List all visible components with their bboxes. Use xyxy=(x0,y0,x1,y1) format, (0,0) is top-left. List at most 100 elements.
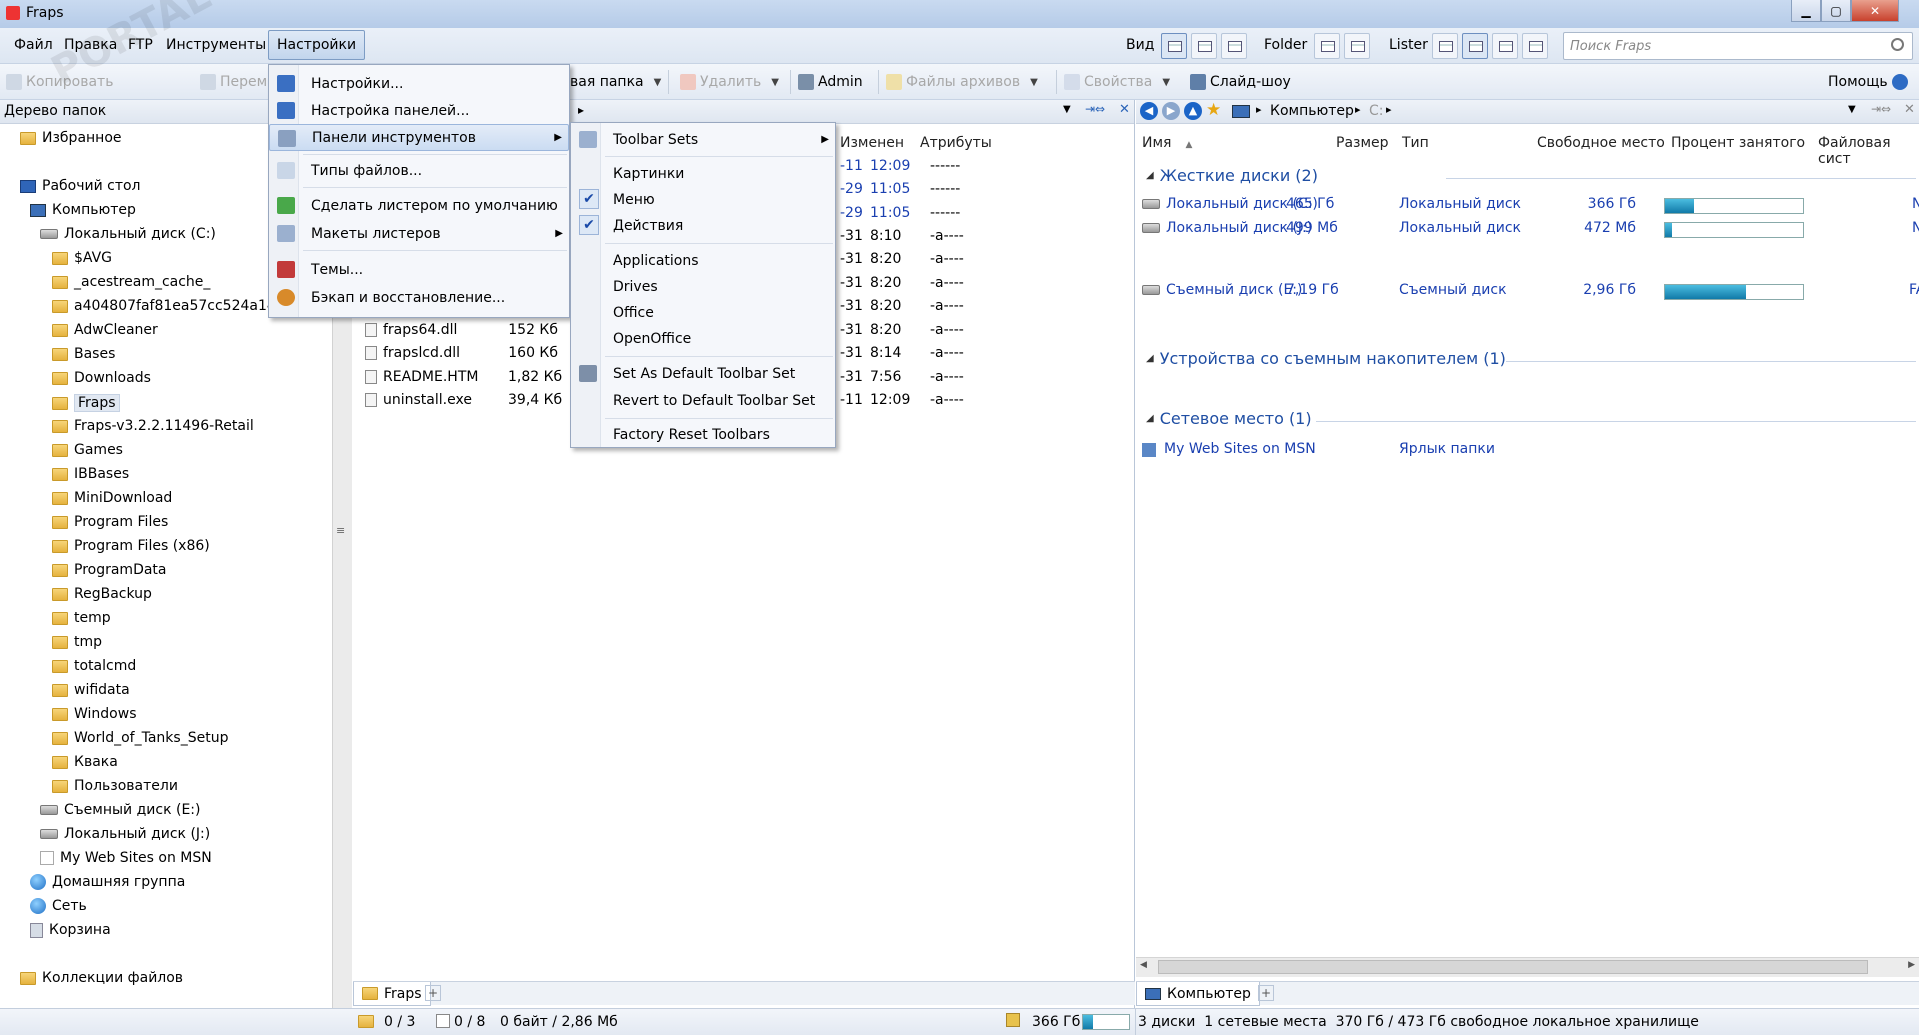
tree-folder[interactable]: Windows xyxy=(52,706,137,722)
search-icon[interactable] xyxy=(1891,38,1904,51)
menu-tools[interactable]: Инструменты xyxy=(166,37,266,53)
view-thumbs-button[interactable] xyxy=(1221,33,1247,59)
menu-item-toolbar-sets[interactable]: Toolbar Sets ▶ xyxy=(571,126,835,153)
close-button[interactable]: ✕ xyxy=(1851,0,1899,22)
msn-name[interactable]: My Web Sites on MSN xyxy=(1142,441,1316,457)
menu-item-openoffice[interactable]: OpenOffice xyxy=(571,325,835,352)
menu-item-themes[interactable]: Темы... xyxy=(269,256,569,283)
folder-option-1-button[interactable] xyxy=(1314,33,1340,59)
forward-icon[interactable]: ▶ xyxy=(1162,102,1180,120)
path-chevron-icon[interactable]: ▸ xyxy=(1256,103,1262,116)
path-chevron-icon[interactable]: ▸ xyxy=(1355,103,1361,116)
column-attributes[interactable]: Атрибуты xyxy=(920,135,992,151)
column-modified[interactable]: Изменен xyxy=(840,135,904,151)
menu-item-applications[interactable]: Applications xyxy=(571,247,835,274)
collapse-icon[interactable]: ◢ xyxy=(1146,170,1154,181)
tree-folder[interactable]: AdwCleaner xyxy=(52,322,158,338)
tree-computer[interactable]: Компьютер xyxy=(30,202,136,218)
menu-item-drives[interactable]: Drives xyxy=(571,273,835,300)
column-percent-used[interactable]: Процент занятого xyxy=(1671,135,1805,151)
chevron-down-icon[interactable]: ▼ xyxy=(1162,77,1170,88)
menu-item-default-lister[interactable]: Сделать листером по умолчанию xyxy=(269,192,569,219)
collapse-icon[interactable]: ◢ xyxy=(1146,413,1154,424)
menu-item-lister-layouts[interactable]: Макеты листеров ▶ xyxy=(269,220,569,247)
tree-folder[interactable]: $AVG xyxy=(52,250,112,266)
favorites-star-icon[interactable]: ★ xyxy=(1206,100,1221,120)
tree-folder[interactable]: Program Files xyxy=(52,514,168,530)
tree-folder[interactable]: _acestream_cache_ xyxy=(52,274,210,290)
path-computer[interactable]: Компьютер xyxy=(1270,103,1354,119)
tree-folder[interactable]: MiniDownload xyxy=(52,490,172,506)
move-button[interactable]: Перем xyxy=(200,74,267,90)
tree-collections[interactable]: Коллекции файлов xyxy=(20,970,183,986)
chevron-down-icon[interactable]: ▼ xyxy=(1030,77,1038,88)
tree-folder[interactable]: RegBackup xyxy=(52,586,152,602)
path-chevron-icon[interactable]: ▸ xyxy=(1386,103,1392,116)
pane-close-icon[interactable]: ✕ xyxy=(1119,102,1130,117)
add-tab-button[interactable]: + xyxy=(1258,985,1274,1001)
path-chevron-icon[interactable]: ▸ xyxy=(578,103,584,117)
help-button[interactable]: Помощь xyxy=(1828,74,1908,90)
tree-network[interactable]: Сеть xyxy=(30,898,87,914)
tree-drive-e[interactable]: Съемный диск (E:) xyxy=(40,802,200,818)
pane-close-icon[interactable]: ✕ xyxy=(1904,102,1915,117)
search-input[interactable]: Поиск Fraps xyxy=(1563,32,1913,60)
path-dropdown-icon[interactable]: ▼ xyxy=(1063,104,1071,115)
menu-item-file-types[interactable]: Типы файлов... xyxy=(269,157,569,184)
tree-folder[interactable]: Fraps-v3.2.2.11496-Retail xyxy=(52,418,254,434)
file-row[interactable]: frapslcd.dll xyxy=(365,345,460,361)
tree-folder[interactable]: World_of_Tanks_Setup xyxy=(52,730,228,746)
tab-computer[interactable]: Компьютер xyxy=(1136,982,1260,1006)
file-row[interactable]: uninstall.exe xyxy=(365,392,472,408)
menu-item-actions[interactable]: ✔ Действия xyxy=(571,212,835,239)
tree-folder[interactable]: Fraps xyxy=(52,394,120,412)
tree-folder[interactable]: Пользователи xyxy=(52,778,178,794)
scroll-right-icon[interactable]: ▶ xyxy=(1908,960,1915,970)
menu-item-revert[interactable]: Revert to Default Toolbar Set xyxy=(571,387,835,414)
delete-button[interactable]: Удалить ▼ xyxy=(680,74,779,90)
tree-drive-c[interactable]: Локальный диск (C:) xyxy=(40,226,216,242)
menu-item-set-default[interactable]: Set As Default Toolbar Set xyxy=(571,360,835,387)
archives-button[interactable]: Файлы архивов ▼ xyxy=(886,74,1038,90)
scroll-thumb[interactable] xyxy=(1158,960,1868,974)
maximize-button[interactable]: ▢ xyxy=(1821,0,1851,22)
group-network[interactable]: ◢ Сетевое место (1) xyxy=(1146,409,1312,428)
tab-fraps[interactable]: Fraps xyxy=(353,982,431,1006)
tree-drive-j[interactable]: Локальный диск (J:) xyxy=(40,826,210,842)
tree-folder[interactable]: tmp xyxy=(52,634,102,650)
menu-item-menu[interactable]: ✔ Меню xyxy=(571,186,835,213)
tree-folder[interactable]: Games xyxy=(52,442,123,458)
menu-item-factory-reset[interactable]: Factory Reset Toolbars xyxy=(571,421,835,448)
tree-folder[interactable]: Bases xyxy=(52,346,115,362)
tree-folder[interactable]: wifidata xyxy=(52,682,130,698)
menu-item-toolbars[interactable]: Панели инструментов ▶ xyxy=(269,124,569,151)
tree-folder[interactable]: Квака xyxy=(52,754,118,770)
properties-button[interactable]: Свойства ▼ xyxy=(1064,74,1170,90)
new-folder-button[interactable]: вая папка ▼ xyxy=(570,74,661,90)
view-list-button[interactable] xyxy=(1191,33,1217,59)
menu-item-pictures[interactable]: Картинки xyxy=(571,160,835,187)
drive-row[interactable]: Съемный диск (E:) xyxy=(1142,282,1302,298)
tree-favorites[interactable]: Избранное xyxy=(20,130,122,146)
group-hard-disks[interactable]: ◢ Жесткие диски (2) xyxy=(1146,166,1318,185)
file-row[interactable]: README.HTM xyxy=(365,369,478,385)
path-drive-c[interactable]: C: xyxy=(1369,103,1384,119)
file-row[interactable]: fraps64.dll xyxy=(365,322,457,338)
tree-folder[interactable]: a404807faf81ea57cc524a14c xyxy=(52,298,284,314)
column-size[interactable]: Размер xyxy=(1336,135,1389,151)
lister-viewer-button[interactable] xyxy=(1522,33,1548,59)
menu-item-office[interactable]: Office xyxy=(571,299,835,326)
column-filesystem[interactable]: Файловая сист xyxy=(1818,135,1919,167)
chevron-down-icon[interactable]: ▼ xyxy=(654,77,662,88)
pane-link-icon[interactable]: ⇥⇔ xyxy=(1085,102,1105,116)
tree-desktop[interactable]: Рабочий стол xyxy=(20,178,141,194)
add-tab-button[interactable]: + xyxy=(425,985,441,1001)
tree-folder[interactable]: ProgramData xyxy=(52,562,167,578)
chevron-down-icon[interactable]: ▼ xyxy=(771,77,779,88)
path-dropdown-icon[interactable]: ▼ xyxy=(1848,104,1856,115)
menu-settings[interactable]: Настройки xyxy=(268,30,366,60)
tree-folder[interactable]: IBBases xyxy=(52,466,129,482)
folder-option-2-button[interactable] xyxy=(1344,33,1370,59)
minimize-button[interactable]: ▁ xyxy=(1791,0,1821,22)
tree-folder[interactable]: Program Files (x86) xyxy=(52,538,210,554)
